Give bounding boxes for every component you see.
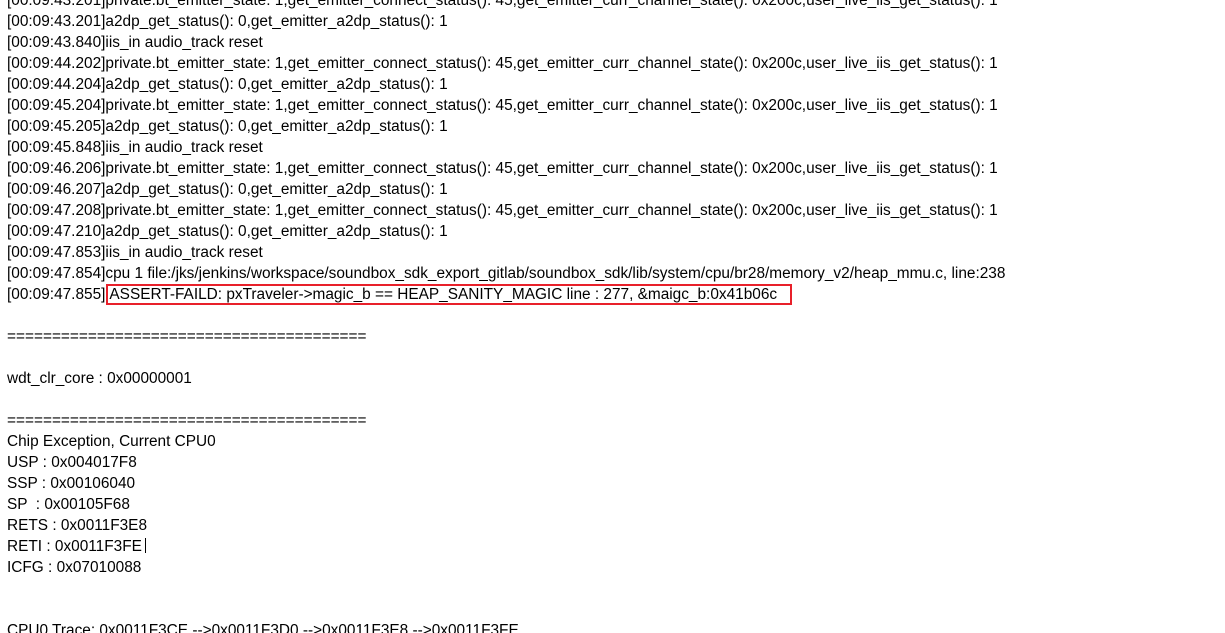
assert-timestamp: [00:09:47.855] — [7, 286, 106, 303]
log-line: [00:09:45.205]a2dp_get_status(): 0,get_e… — [7, 118, 448, 135]
log-line: [00:09:46.207]a2dp_get_status(): 0,get_e… — [7, 181, 448, 198]
log-content: [00:09:43.201]private.bt_emitter_state: … — [7, 0, 1217, 633]
trace-line: CPU0 Trace: 0x0011F3CE -->0x0011F3D0 -->… — [7, 622, 519, 633]
register-line: RETS : 0x0011F3E8 — [7, 517, 148, 534]
log-viewport[interactable]: [00:09:43.201]private.bt_emitter_state: … — [0, 0, 1225, 633]
log-line: [00:09:43.840]iis_in audio_track reset — [7, 34, 263, 51]
log-line: [00:09:47.210]a2dp_get_status(): 0,get_e… — [7, 223, 448, 240]
exception-title: Chip Exception, Current CPU0 — [7, 433, 216, 450]
separator-line: ======================================== — [7, 328, 367, 345]
log-line: [00:09:43.201]a2dp_get_status(): 0,get_e… — [7, 13, 448, 30]
register-line: ICFG : 0x07010088 — [7, 559, 142, 576]
assert-line: [00:09:47.855] ASSERT-FAILD: pxTraveler->… — [7, 284, 1217, 305]
log-line: [00:09:47.853]iis_in audio_track reset — [7, 244, 263, 261]
log-line: [00:09:44.202]private.bt_emitter_state: … — [7, 55, 998, 72]
register-line-with-cursor: RETI : 0x0011F3FE — [7, 536, 1217, 557]
log-line: [00:09:43.201]private.bt_emitter_state: … — [7, 0, 998, 9]
register-line: SSP : 0x00106040 — [7, 475, 136, 492]
log-line: [00:09:47.208]private.bt_emitter_state: … — [7, 202, 998, 219]
log-line: [00:09:44.204]a2dp_get_status(): 0,get_e… — [7, 76, 448, 93]
log-line: [00:09:45.204]private.bt_emitter_state: … — [7, 97, 998, 114]
log-line: [00:09:47.854]cpu 1 file:/jks/jenkins/wo… — [7, 265, 1006, 282]
assert-highlight-box: ASSERT-FAILD: pxTraveler->magic_b == HEA… — [106, 284, 793, 305]
register-line: USP : 0x004017F8 — [7, 454, 137, 471]
separator-line: ======================================== — [7, 412, 367, 429]
log-line: [00:09:45.848]iis_in audio_track reset — [7, 139, 263, 156]
text-cursor — [144, 538, 146, 553]
register-line: SP : 0x00105F68 — [7, 496, 130, 513]
wdt-line: wdt_clr_core : 0x00000001 — [7, 370, 192, 387]
log-line: [00:09:46.206]private.bt_emitter_state: … — [7, 160, 998, 177]
register-text: RETI : 0x0011F3FE — [7, 538, 142, 555]
